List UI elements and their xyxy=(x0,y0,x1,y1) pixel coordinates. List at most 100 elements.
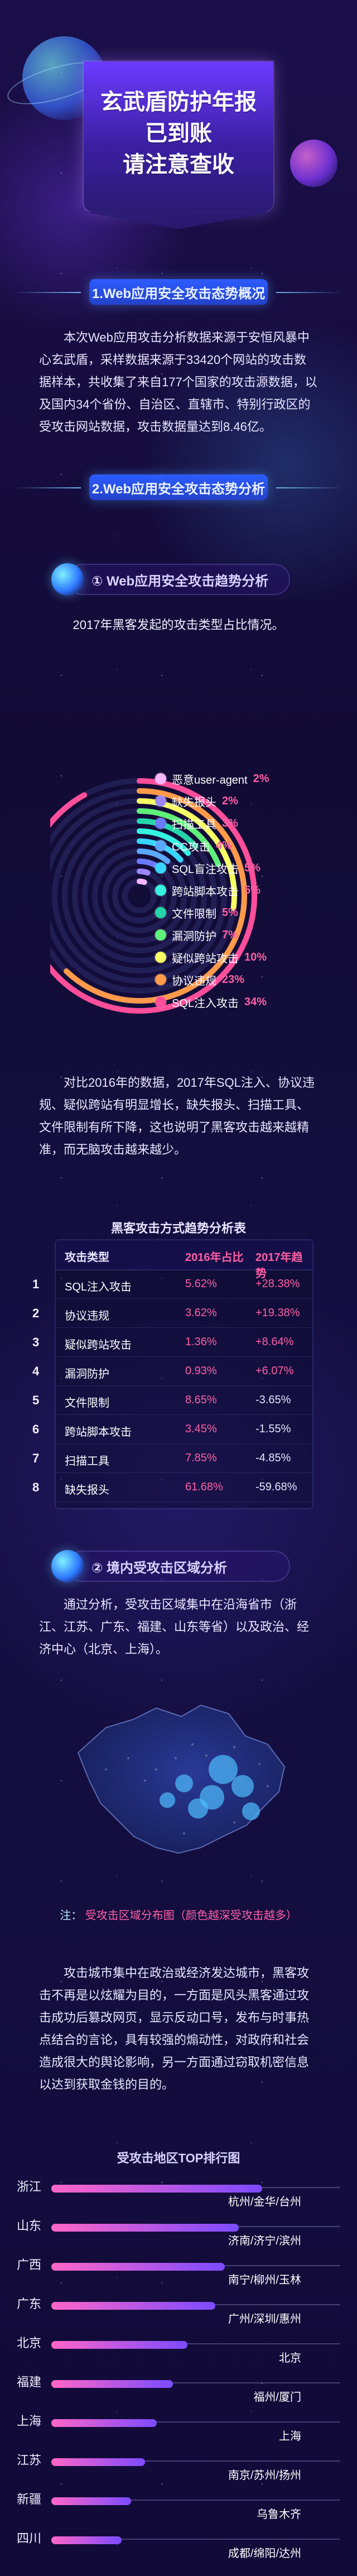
globe-icon xyxy=(51,563,84,596)
rank-province: 新疆 xyxy=(17,2492,42,2506)
table-cell-2016: 3.62% xyxy=(185,1307,217,1319)
rank-cities: 杭州/金华/台州 xyxy=(228,2196,301,2208)
rank-bar xyxy=(51,2536,122,2544)
table-cell-trend: +6.07% xyxy=(255,1365,294,1377)
hero-title-line: 玄武盾防护年报 xyxy=(100,90,257,114)
rank-province: 广西 xyxy=(17,2258,42,2272)
rank-province: 广东 xyxy=(17,2297,42,2311)
legend-label: 协议违规 xyxy=(172,975,216,987)
legend-dot xyxy=(155,907,166,918)
legend-item: SQL注入攻击 34% xyxy=(155,991,334,1013)
region-paragraph-text: 通过分析，受攻击区域集中在沿海省市（浙江、江苏、广东、福建、山东等省）以及政治、… xyxy=(39,1598,310,1656)
legend-label: 恶意user-agent xyxy=(172,774,248,786)
table-row: SQL注入攻击 5.62% +28.38% xyxy=(56,1269,312,1299)
section-1-paragraph: 本次Web应用攻击分析数据来源于安恒风暴中心玄武盾，采样数据来源于33420个网… xyxy=(39,327,318,438)
attack-type-caption: 2017年黑客发起的攻击类型占比情况。 xyxy=(73,618,284,632)
section-title-2: 2.Web应用安全攻击态势分析 xyxy=(14,474,268,500)
table-cell-2016: 61.68% xyxy=(185,1481,223,1493)
rank-row: 江苏 南京/苏州/扬州 xyxy=(17,2450,340,2489)
table-cell-type: 疑似跨站攻击 xyxy=(65,1339,132,1351)
legend-dot xyxy=(155,952,166,963)
legend-label: 疑似跨站攻击 xyxy=(172,952,239,965)
rank-cities: 成都/绵阳/达州 xyxy=(228,2548,301,2560)
region-paragraph-2-text: 攻击城市集中在政治或经济发达城市，黑客攻击不再是以炫耀为目的，一方面是风头黑客通… xyxy=(39,1966,310,2091)
rank-bar xyxy=(51,2224,239,2232)
legend-label: 文件限制 xyxy=(172,908,216,920)
legend-label: 跨站脚本攻击 xyxy=(172,885,239,898)
map-note-main: 受攻击区域分布图（颜色越深受攻击越多） xyxy=(85,1910,297,1922)
legend-label: 漏洞防护 xyxy=(172,930,216,943)
section-title-1: 1.Web应用安全攻击态势概况 xyxy=(14,279,268,305)
rank-province: 上海 xyxy=(17,2414,42,2428)
table-cell-type: SQL注入攻击 xyxy=(65,1281,132,1293)
rank-bar xyxy=(51,2497,131,2505)
table-row: 缺失报头 61.68% -59.68% xyxy=(56,1472,312,1502)
table-cell-trend: -3.65% xyxy=(255,1394,291,1406)
subsection-title-1-text: ① Web应用安全攻击趋势分析 xyxy=(91,573,269,589)
table-cell-type: 跨站脚本攻击 xyxy=(65,1426,132,1438)
table-title: 黑客攻击方式趋势分析表 xyxy=(110,1221,246,1235)
legend-dot xyxy=(155,773,166,784)
legend-item: 跨站脚本攻击 5% xyxy=(155,879,334,901)
rank-bar xyxy=(51,2302,215,2310)
rank-row: 北京 北京 xyxy=(17,2333,340,2372)
trend-table: 攻击类型 2016年占比 2017年趋势 SQL注入攻击 5.62% +28.3… xyxy=(56,1240,312,1508)
hotspot xyxy=(242,1802,260,1820)
legend-item: 协议违规 23% xyxy=(155,968,334,991)
china-map-svg xyxy=(77,1704,286,1854)
map-note: 注： 受攻击区域分布图（颜色越深受攻击越多） xyxy=(0,1906,357,1922)
table-row: 漏洞防护 0.93% +6.07% xyxy=(56,1356,312,1386)
hotspot xyxy=(231,1775,254,1797)
legend-pct: 34% xyxy=(244,995,267,1008)
legend-item: 文件限制 5% xyxy=(155,901,334,924)
table-row: 跨站脚本攻击 3.45% -1.55% xyxy=(56,1414,312,1444)
table-header-2016: 2016年占比 xyxy=(185,1251,244,1264)
hotspot xyxy=(175,1774,193,1792)
trend-paragraph-text: 对比2016年的数据，2017年SQL注入、协议违规、疑似跨站有明显增长，缺失报… xyxy=(39,1076,315,1157)
hero-title-line: 已到账 xyxy=(145,121,212,146)
legend-pct: 7% xyxy=(222,928,238,941)
rank-row: 福建 福州/厦门 xyxy=(17,2372,340,2411)
rank-row: 浙江 杭州/金华/台州 xyxy=(17,2177,340,2216)
rank-bar xyxy=(51,2263,225,2271)
table-row: 疑似跨站攻击 1.36% +8.64% xyxy=(56,1327,312,1357)
legend-dot xyxy=(155,795,166,807)
rank-cities: 福州/厦门 xyxy=(253,2391,301,2404)
legend-pct: 2% xyxy=(253,772,269,785)
hotspot xyxy=(188,1798,208,1819)
table-cell-trend: +8.64% xyxy=(255,1336,294,1348)
trend-paragraph: 对比2016年的数据，2017年SQL注入、协议违规、疑似跨站有明显增长，缺失报… xyxy=(39,1072,318,1161)
table-cell-trend: -4.85% xyxy=(255,1452,291,1464)
page: 玄武盾防护年报 已到账 请注意查收 1.Web应用安全攻击态势概况 本次Web应… xyxy=(0,0,357,2560)
legend-dot xyxy=(155,996,166,1008)
legend-dot xyxy=(155,974,166,985)
china-attack-map xyxy=(39,1669,318,1875)
legend-item: 扫描工具 3% xyxy=(155,812,334,834)
legend-dot xyxy=(155,885,166,896)
section-title-2-text: 2.Web应用安全攻击态势分析 xyxy=(91,481,266,497)
table-index: 5 xyxy=(32,1393,40,1407)
table-header: 攻击类型 2016年占比 2017年趋势 xyxy=(56,1240,312,1280)
legend-label: 扫描工具 xyxy=(172,818,216,831)
hero-title: 玄武盾防护年报 已到账 请注意查收 xyxy=(84,87,273,180)
rank-row: 广东 广州/深圳/惠州 xyxy=(17,2294,340,2333)
table-index: 8 xyxy=(32,1480,40,1494)
rank-province: 福建 xyxy=(17,2375,42,2389)
region-paragraph: 通过分析，受攻击区域集中在沿海省市（浙江、江苏、广东、福建、山东等省）以及政治、… xyxy=(39,1594,318,1661)
table-cell-trend: +19.38% xyxy=(255,1307,300,1319)
legend-dot xyxy=(155,862,166,874)
legend-pct: 5% xyxy=(244,884,260,896)
hero: 玄武盾防护年报 已到账 请注意查收 xyxy=(0,0,357,234)
subsection-title-2: ② 境内受攻击区域分析 xyxy=(51,1550,290,1582)
table-cell-trend: -59.68% xyxy=(255,1481,297,1493)
rank-title: 受攻击地区TOP排行图 xyxy=(117,2151,240,2165)
legend-pct: 10% xyxy=(244,951,267,963)
legend-item: SQL盲注攻击 5% xyxy=(155,857,334,879)
section-1-paragraph-text: 本次Web应用攻击分析数据来源于安恒风暴中心玄武盾，采样数据来源于33420个网… xyxy=(39,330,317,434)
legend-label: SQL注入攻击 xyxy=(172,997,239,1010)
rank-list: 浙江 杭州/金华/台州 山东 济南/济宁/滨州 广西 南宁/柳州/玉林 广东 广… xyxy=(17,2177,340,2568)
legend-pct: 2% xyxy=(222,794,238,807)
rank-cities: 南京/苏州/扬州 xyxy=(228,2469,301,2482)
globe-icon xyxy=(51,1550,84,1582)
hero-title-line: 请注意查收 xyxy=(123,152,234,177)
